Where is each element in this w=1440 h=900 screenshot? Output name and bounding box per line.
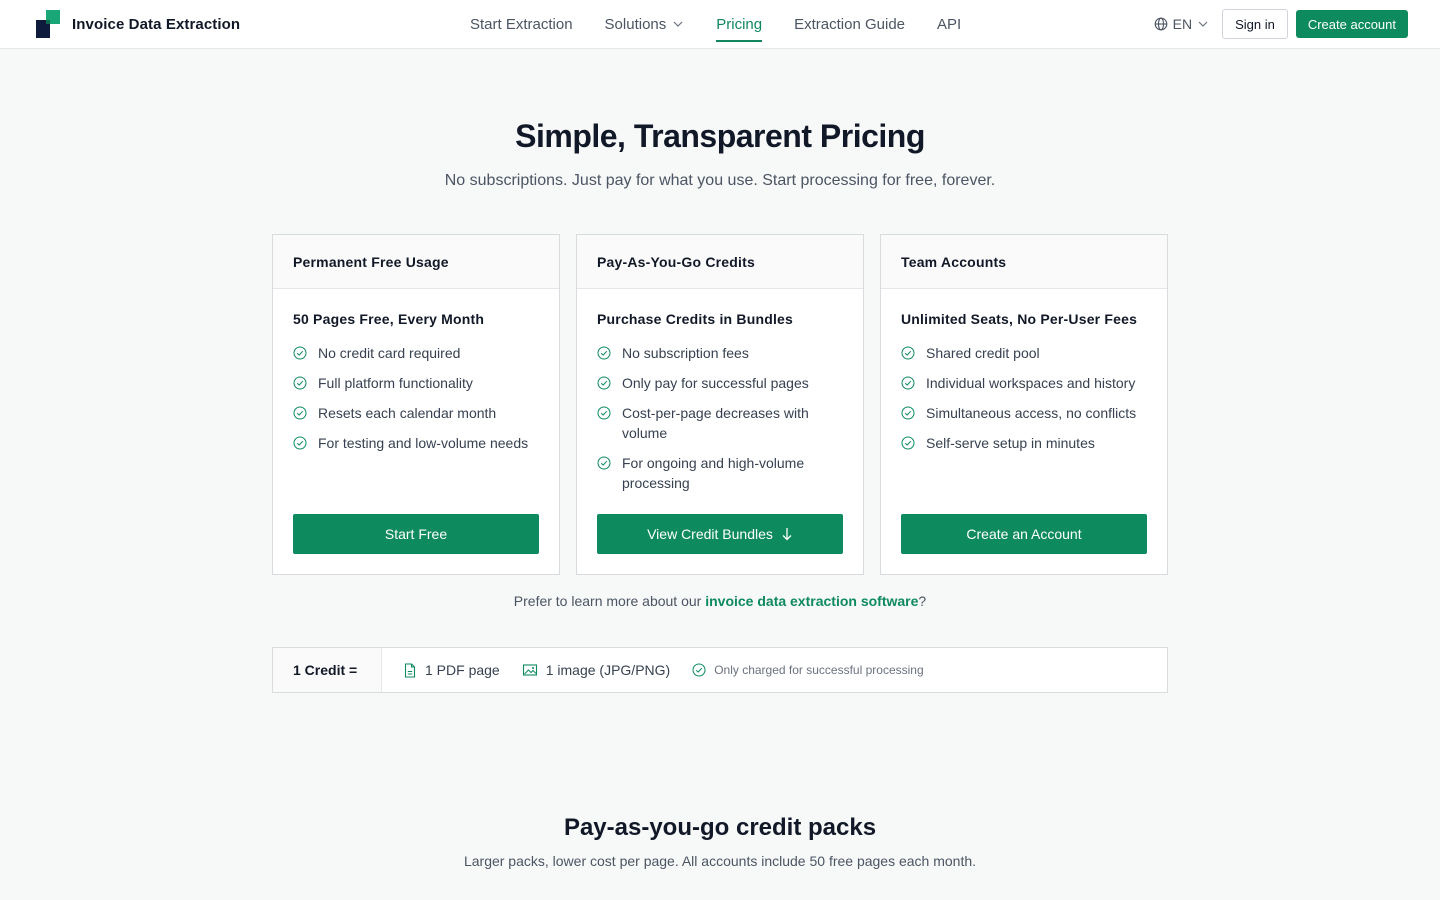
learn-more-text: Prefer to learn more about our invoice d… (0, 593, 1440, 609)
globe-icon (1154, 17, 1167, 31)
file-icon (404, 662, 416, 678)
check-circle-icon (901, 406, 915, 420)
nav-label: Pricing (716, 15, 763, 33)
feature-item: No credit card required (293, 343, 539, 363)
credit-packs-title: Pay-as-you-go credit packs (563, 814, 877, 841)
feature-text: Full platform functionality (318, 375, 473, 391)
button-label: Create an Account (966, 526, 1082, 542)
feature-item: No subscription fees (597, 343, 843, 363)
feature-text: Simultaneous access, no conflicts (926, 405, 1137, 421)
check-circle-icon (597, 376, 611, 390)
top-navigation-bar: Invoice Data Extraction Start Extraction… (0, 0, 1440, 49)
feature-text: For testing and low-volume needs (318, 435, 529, 451)
page-title: Simple, Transparent Pricing (515, 118, 925, 154)
chevron-down-icon (673, 21, 683, 27)
check-circle-icon (597, 456, 611, 470)
feature-item: Resets each calendar month (293, 403, 539, 423)
check-circle-icon (597, 346, 611, 360)
feature-text: Only pay for successful pages (622, 375, 809, 391)
feature-item: Cost-per-page decreases with volume (597, 403, 843, 443)
check-circle-icon (692, 663, 706, 677)
card-header: Pay-As-You-Go Credits (577, 235, 863, 289)
nav-solutions[interactable]: Solutions (605, 0, 685, 48)
view-credit-bundles-button[interactable]: View Credit Bundles (597, 514, 843, 554)
check-circle-icon (901, 436, 915, 450)
button-label: Start Free (384, 526, 448, 542)
credit-label: 1 Credit = (273, 648, 382, 692)
feature-item: Individual workspaces and history (901, 373, 1147, 393)
nav-pricing[interactable]: Pricing (716, 0, 762, 48)
feature-text: Self-serve setup in minutes (926, 435, 1095, 451)
check-circle-icon (293, 346, 307, 360)
feature-item: Shared credit pool (901, 343, 1147, 363)
feature-text: For ongoing and high-volume processing (622, 455, 805, 491)
feature-text: No subscription fees (622, 345, 749, 361)
check-circle-icon (901, 346, 915, 360)
button-label: View Credit Bundles (647, 526, 773, 542)
nav-label: Extraction Guide (794, 15, 906, 33)
chevron-down-icon (1198, 21, 1208, 27)
arrow-down-icon (782, 528, 792, 541)
check-circle-icon (293, 406, 307, 420)
card-subtitle: 50 Pages Free, Every Month (293, 311, 485, 327)
credit-item-image: 1 image (JPG/PNG) (522, 662, 670, 678)
language-selector[interactable]: EN (1154, 16, 1209, 32)
feature-item: Full platform functionality (293, 373, 539, 393)
feature-item: For ongoing and high-volume processing (597, 453, 843, 493)
main-nav: Start Extraction Solutions Pricing Extra… (470, 0, 993, 48)
learn-more-suffix: ? (918, 593, 927, 609)
nav-label: Solutions (604, 15, 667, 33)
check-circle-icon (293, 376, 307, 390)
image-icon (522, 664, 537, 676)
nav-start-extraction[interactable]: Start Extraction (470, 0, 573, 48)
brand[interactable]: Invoice Data Extraction (36, 10, 240, 38)
card-subtitle: Unlimited Seats, No Per-User Fees (901, 311, 1138, 327)
nav-label: API (937, 15, 962, 33)
feature-text: Individual workspaces and history (926, 375, 1136, 391)
feature-item: For testing and low-volume needs (293, 433, 539, 453)
card-header: Team Accounts (881, 235, 1167, 289)
feature-item: Self-serve setup in minutes (901, 433, 1147, 453)
credit-item-text: 1 image (JPG/PNG) (545, 662, 671, 678)
credit-item-success: Only charged for successful processing (692, 663, 924, 677)
card-subtitle: Purchase Credits in Bundles (597, 311, 794, 327)
credit-item-text: 1 PDF page (425, 662, 500, 678)
nav-extraction-guide[interactable]: Extraction Guide (794, 0, 905, 48)
nav-label: Start Extraction (470, 15, 573, 33)
feature-text: Cost-per-page decreases with volume (622, 405, 809, 441)
software-link[interactable]: invoice data extraction software (705, 593, 918, 609)
page-subtitle: No subscriptions. Just pay for what you … (444, 172, 996, 189)
language-label: EN (1172, 16, 1193, 32)
create-account-button[interactable]: Create account (1295, 10, 1408, 38)
feature-item: Only pay for successful pages (597, 373, 843, 393)
brand-logo-icon (36, 10, 60, 38)
credit-packs-subtitle: Larger packs, lower cost per page. All a… (463, 853, 977, 869)
create-an-account-button[interactable]: Create an Account (901, 514, 1147, 554)
header-actions: EN Sign in Create account (1154, 9, 1408, 39)
check-circle-icon (597, 406, 611, 420)
nav-api[interactable]: API (937, 0, 961, 48)
pricing-card-team: Team Accounts Unlimited Seats, No Per-Us… (880, 234, 1168, 575)
sign-in-button[interactable]: Sign in (1222, 9, 1288, 39)
credit-item-pdf: 1 PDF page (403, 662, 500, 678)
credit-item-text: Only charged for successful processing (714, 663, 924, 677)
feature-text: Shared credit pool (926, 345, 1040, 361)
check-circle-icon (293, 436, 307, 450)
check-circle-icon (901, 376, 915, 390)
card-header: Permanent Free Usage (273, 235, 559, 289)
learn-more-prefix: Prefer to learn more about our (513, 593, 706, 609)
brand-name: Invoice Data Extraction (72, 15, 241, 33)
pricing-cards: Permanent Free Usage 50 Pages Free, Ever… (272, 234, 1168, 575)
feature-text: No credit card required (318, 345, 461, 361)
feature-item: Simultaneous access, no conflicts (901, 403, 1147, 423)
feature-text: Resets each calendar month (318, 405, 497, 421)
start-free-button[interactable]: Start Free (293, 514, 539, 554)
pricing-card-credits: Pay-As-You-Go Credits Purchase Credits i… (576, 234, 864, 575)
credit-definition-strip: 1 Credit = 1 PDF page 1 image (JPG/PNG) … (272, 647, 1168, 693)
pricing-card-free: Permanent Free Usage 50 Pages Free, Ever… (272, 234, 560, 575)
